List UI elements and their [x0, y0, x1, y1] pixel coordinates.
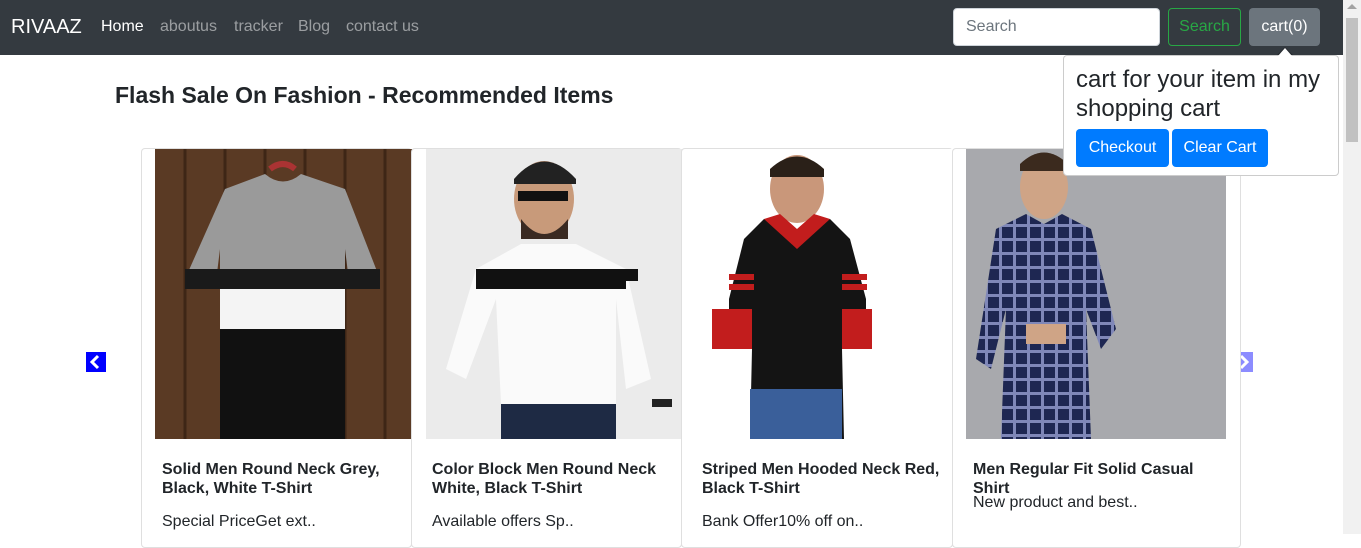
product-title: Solid Men Round Neck Grey, Black, White … [162, 461, 380, 497]
clear-cart-button[interactable]: Clear Cart [1172, 129, 1268, 167]
search-button[interactable]: Search [1168, 8, 1241, 46]
brand-logo[interactable]: RIVAAZ [11, 16, 82, 39]
product-card[interactable]: Solid Men Round Neck Grey, Black, White … [141, 148, 412, 548]
product-title: Color Block Men Round Neck White, Black … [432, 461, 657, 497]
popover-arrow-inner [1278, 48, 1292, 56]
nav-link-home[interactable]: Home [101, 18, 144, 36]
product-title: Striped Men Hooded Neck Red, Black T-Shi… [702, 461, 940, 497]
carousel-prev-icon[interactable] [86, 352, 106, 372]
product-text: New product and best.. [973, 494, 1138, 511]
nav-link-aboutus[interactable]: aboutus [160, 18, 217, 36]
search-input[interactable] [953, 8, 1160, 46]
popover-title: cart for your item in my shopping cart [1076, 66, 1321, 122]
cart-button[interactable]: cart(0) [1249, 8, 1320, 46]
nav-link-blog[interactable]: Blog [298, 18, 330, 36]
product-image-hoodie[interactable] [694, 149, 953, 439]
product-title: Men Regular Fit Solid Casual Shirt [973, 461, 1194, 497]
product-card[interactable]: Color Block Men Round Neck White, Black … [411, 148, 682, 548]
nav-link-contact[interactable]: contact us [346, 18, 419, 36]
product-card[interactable]: Striped Men Hooded Neck Red, Black T-Shi… [681, 148, 953, 548]
page-heading: Flash Sale On Fashion - Recommended Item… [115, 82, 614, 108]
product-text: Available offers Sp.. [432, 513, 574, 530]
product-text: Special PriceGet ext.. [162, 513, 316, 530]
product-card[interactable]: Men Regular Fit Solid Casual Shirt New p… [952, 148, 1241, 548]
product-carousel: Solid Men Round Neck Grey, Black, White … [141, 148, 1241, 548]
product-image-casual-shirt[interactable] [966, 149, 1226, 439]
scroll-up-icon[interactable] [1347, 4, 1357, 9]
product-text: Bank Offer10% off on.. [702, 513, 864, 530]
navbar: RIVAAZ Home aboutus tracker Blog contact… [0, 0, 1343, 55]
checkout-button[interactable]: Checkout [1076, 129, 1169, 167]
nav-link-tracker[interactable]: tracker [234, 18, 283, 36]
product-image-tshirt-grey[interactable] [155, 149, 412, 439]
product-image-tshirt-white[interactable] [426, 149, 682, 439]
cart-popover: cart for your item in my shopping cart C… [1063, 55, 1339, 176]
scrollbar-thumb[interactable] [1346, 18, 1358, 142]
